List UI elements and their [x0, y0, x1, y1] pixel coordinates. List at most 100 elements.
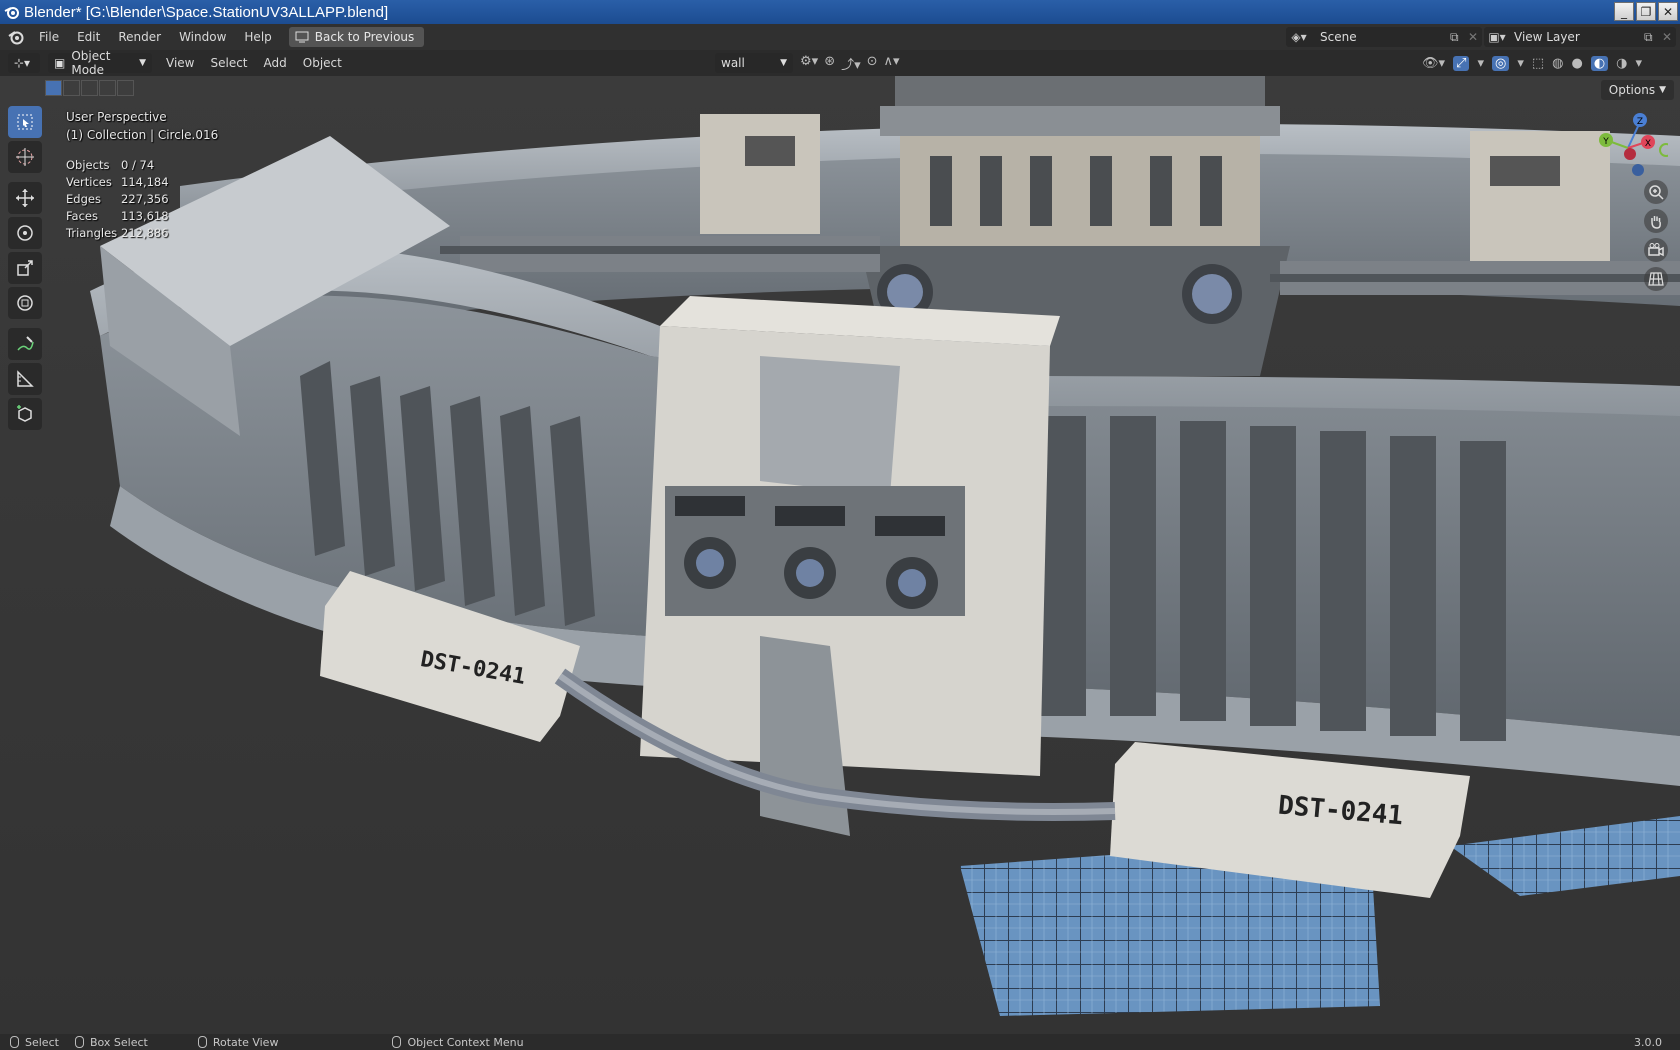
3d-viewport-icon: ⊹▾ — [14, 56, 31, 70]
select-extend-icon[interactable] — [63, 80, 80, 96]
back-to-previous-button[interactable]: Back to Previous — [288, 27, 425, 47]
select-subtract-icon[interactable] — [81, 80, 98, 96]
xray-icon[interactable]: ⬚ — [1532, 56, 1544, 71]
restore-icon[interactable]: ❐ — [1636, 2, 1656, 21]
material-shading-icon[interactable]: ◐ — [1590, 55, 1609, 71]
gizmo-dropdown-icon[interactable]: ▾ — [1477, 56, 1484, 71]
view-layer-name: View Layer — [1514, 30, 1580, 44]
scale-icon[interactable] — [8, 252, 42, 284]
pan-hand-icon[interactable] — [1644, 209, 1668, 233]
options-label: Options — [1608, 83, 1656, 97]
material-dropdown[interactable]: wall ▼ — [715, 53, 793, 73]
chevron-down-icon: ▼ — [780, 58, 787, 68]
view-perspective-label: User Perspective — [66, 110, 167, 124]
menu-window[interactable]: Window — [170, 30, 235, 44]
tool-shelf — [8, 106, 48, 433]
status-context-menu: Object Context Menu — [392, 1036, 524, 1049]
selection-mode-buttons — [45, 80, 134, 96]
remove-scene-icon[interactable]: ✕ — [1468, 30, 1482, 44]
active-object-label: (1) Collection | Circle.016 — [66, 128, 219, 142]
stat-objects: Objects 0 / 74 — [66, 158, 155, 172]
menu-file[interactable]: File — [30, 30, 68, 44]
overlays-icon[interactable]: ◎ — [1491, 55, 1510, 71]
top-menubar: File Edit Render Window Help Back to Pre… — [0, 24, 1680, 50]
mouse-middle-icon — [197, 1036, 207, 1048]
camera-view-icon[interactable] — [1644, 238, 1668, 262]
gizmo-x-label: X — [1645, 139, 1651, 149]
scene-selector[interactable]: ◈▾ Scene ⧉ ✕ — [1286, 27, 1482, 47]
menu-render[interactable]: Render — [109, 30, 170, 44]
scene-statistics: Objects 0 / 74 Vertices 114,184 Edges 227,3… — [66, 158, 169, 243]
cursor-icon[interactable] — [8, 141, 42, 173]
menu-object[interactable]: Object — [295, 56, 350, 70]
mode-label: Object Mode — [71, 49, 111, 77]
status-rotate-view: Rotate View — [197, 1036, 278, 1049]
stat-vertices: Vertices 114,184 — [66, 175, 169, 189]
menu-view[interactable]: View — [158, 56, 202, 70]
transform-pivot-icon[interactable]: ⚙▾ — [800, 54, 818, 73]
new-scene-icon[interactable]: ⧉ — [1450, 30, 1468, 45]
object-mode-icon: ▣ — [54, 56, 66, 70]
window-titlebar: Blender* [G:\Blender\Space.StationUV3ALL… — [0, 0, 1680, 24]
annotate-icon[interactable] — [8, 328, 42, 360]
viewport-header: ⊹▾ ▣ Object Mode ▼ View Select Add Objec… — [0, 49, 1680, 77]
select-intersect-icon[interactable] — [117, 80, 134, 96]
rotate-icon[interactable] — [8, 217, 42, 249]
rendered-shading-icon[interactable]: ◑ — [1616, 56, 1627, 71]
minimize-icon[interactable]: _ — [1614, 2, 1634, 21]
wireframe-shading-icon[interactable]: ◍ — [1552, 56, 1563, 71]
stat-triangles: Triangles 212,886 — [66, 226, 169, 240]
snap-target-icon[interactable]: ⤴▾ — [841, 54, 861, 73]
screen-icon — [295, 31, 309, 43]
move-icon[interactable] — [8, 182, 42, 214]
menu-select[interactable]: Select — [202, 56, 255, 70]
menu-add[interactable]: Add — [256, 56, 295, 70]
chevron-down-icon: ▼ — [139, 58, 146, 68]
blender-logo-icon — [4, 7, 19, 19]
blender-version: 3.0.0 — [1634, 1035, 1662, 1049]
mouse-left-icon — [10, 1036, 19, 1048]
perspective-grid-icon[interactable] — [1644, 267, 1668, 291]
window-title: Blender* [G:\Blender\Space.StationUV3ALL… — [24, 3, 389, 21]
status-bar: Select Box Select Rotate View Object Con… — [0, 1034, 1680, 1050]
zoom-icon[interactable] — [1644, 180, 1668, 204]
back-to-previous-label: Back to Previous — [314, 30, 415, 44]
select-new-icon[interactable] — [45, 80, 62, 96]
gizmo-z-label: Z — [1637, 117, 1643, 127]
mode-selector[interactable]: ▣ Object Mode ▼ — [48, 49, 152, 77]
shading-dropdown-icon[interactable]: ▾ — [1636, 56, 1643, 71]
status-box-select: Box Select — [74, 1036, 148, 1049]
space-station-scene — [0, 76, 1680, 1034]
measure-icon[interactable] — [8, 363, 42, 395]
select-box-icon[interactable] — [8, 106, 42, 138]
add-cube-icon[interactable] — [8, 398, 42, 430]
editor-type-selector[interactable]: ⊹▾ — [8, 53, 40, 73]
mouse-drag-icon — [74, 1036, 84, 1048]
transform-icon[interactable] — [8, 287, 42, 319]
blender-menu-icon[interactable] — [6, 27, 26, 47]
navigation-gizmo[interactable]: Z Y X — [1588, 108, 1668, 188]
falloff-icon[interactable]: ∧▾ — [884, 54, 900, 73]
visibility-icon[interactable]: 👁▾ — [1422, 56, 1445, 71]
menu-help[interactable]: Help — [235, 30, 280, 44]
options-button[interactable]: Options ▼ — [1600, 80, 1674, 100]
gizmo-y-label: Y — [1602, 137, 1609, 147]
material-dropdown-value: wall — [721, 56, 745, 70]
view-layer-icon: ▣▾ — [1488, 30, 1506, 44]
menu-edit[interactable]: Edit — [68, 30, 109, 44]
snap-icon[interactable]: ⊛ — [824, 54, 835, 73]
view-layer-selector[interactable]: ▣▾ View Layer ⧉ ✕ — [1484, 27, 1676, 47]
proportional-edit-icon[interactable]: ⊙ — [867, 54, 878, 73]
gizmo-toggle-icon[interactable]: ⤢ — [1453, 55, 1470, 71]
chevron-down-icon: ▼ — [1659, 85, 1666, 95]
stat-faces: Faces 113,618 — [66, 209, 169, 223]
status-select: Select — [10, 1036, 59, 1049]
3d-viewport[interactable]: DST-0241 DST-0241 User Perspective (1) C… — [0, 76, 1680, 1034]
solid-shading-icon[interactable]: ● — [1571, 56, 1582, 71]
select-difference-icon[interactable] — [99, 80, 116, 96]
stat-edges: Edges 227,356 — [66, 192, 169, 206]
close-icon[interactable]: ✕ — [1658, 2, 1678, 21]
overlays-dropdown-icon[interactable]: ▾ — [1517, 56, 1524, 71]
remove-view-layer-icon[interactable]: ✕ — [1662, 30, 1676, 44]
new-view-layer-icon[interactable]: ⧉ — [1644, 30, 1662, 45]
